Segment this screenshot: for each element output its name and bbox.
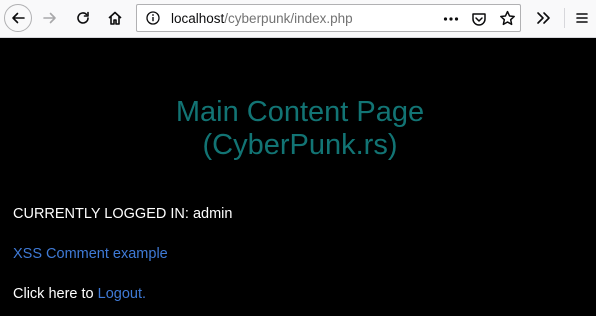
- url-text[interactable]: localhost/cyberpunk/index.php: [171, 11, 353, 26]
- logout-line: Click here to Logout.: [13, 286, 146, 302]
- page-title-line1: Main Content Page: [175, 96, 425, 128]
- url-host: localhost: [171, 11, 225, 26]
- forward-button[interactable]: [36, 4, 64, 32]
- url-bar[interactable]: localhost/cyberpunk/index.php: [136, 4, 521, 32]
- xss-comment-link[interactable]: XSS Comment example: [13, 246, 168, 262]
- logout-prefix: Click here to: [13, 286, 94, 302]
- page-title-line2: (CyberPunk.rs): [202, 129, 398, 161]
- bookmark-star-icon[interactable]: [499, 10, 516, 27]
- page-content: Main Content Page (CyberPunk.rs) CURRENT…: [0, 38, 596, 316]
- url-path: /cyberpunk/index.php: [224, 11, 353, 26]
- forward-icon: [43, 12, 56, 24]
- browser-toolbar: localhost/cyberpunk/index.php: [0, 0, 596, 38]
- back-button[interactable]: [4, 4, 32, 32]
- pocket-icon[interactable]: [471, 11, 487, 27]
- overflow-icon: [537, 12, 550, 24]
- page-title: Main Content Page (CyberPunk.rs): [0, 96, 596, 162]
- info-icon: [146, 11, 160, 25]
- toolbar-divider: [564, 8, 565, 28]
- reload-icon: [77, 11, 89, 24]
- back-icon: [12, 12, 25, 24]
- reload-button[interactable]: [69, 4, 97, 32]
- logout-link[interactable]: Logout.: [98, 286, 146, 302]
- more-icon[interactable]: [443, 16, 459, 22]
- home-button[interactable]: [101, 4, 129, 32]
- menu-icon: [576, 13, 588, 23]
- home-icon: [108, 11, 122, 25]
- overflow-button[interactable]: [529, 4, 557, 32]
- menu-button[interactable]: [568, 4, 596, 32]
- logged-in-status: CURRENTLY LOGGED IN: admin: [13, 206, 233, 222]
